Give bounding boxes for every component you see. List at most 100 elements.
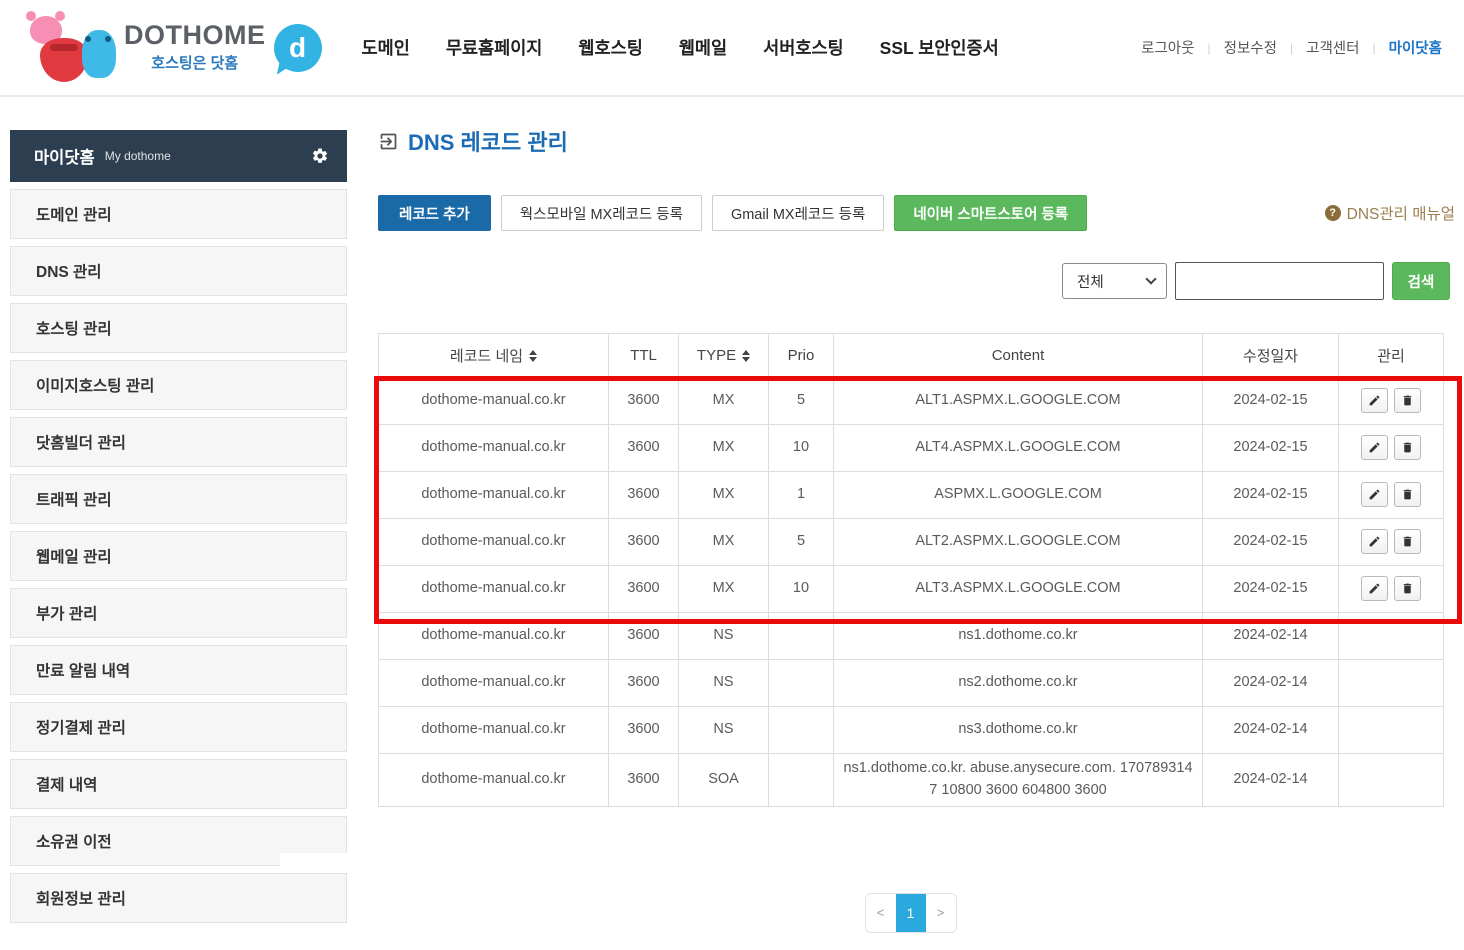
sidebar-item-8[interactable]: 만료 알림 내역 <box>10 645 347 695</box>
filter-select[interactable]: 전체 <box>1062 263 1167 299</box>
column-label-modified: 수정일자 <box>1243 345 1298 366</box>
cell-actions <box>1339 754 1444 807</box>
nav-ssl-certificate[interactable]: SSL 보안인증서 <box>880 35 999 60</box>
nav-server-hosting[interactable]: 서버호스팅 <box>763 35 844 60</box>
sidebar-item-9[interactable]: 정기결제 관리 <box>10 702 347 752</box>
sidebar-item-11[interactable]: 소유권 이전 <box>10 816 347 866</box>
cell-type: NS <box>679 707 769 754</box>
row-actions <box>1361 482 1421 507</box>
works-mobile-mx-button[interactable]: 웍스모바일 MX레코드 등록 <box>501 195 702 231</box>
cell-ttl: 3600 <box>609 566 679 613</box>
sidebar-item-12[interactable]: 회원정보 관리 <box>10 873 347 923</box>
column-label-ttl: TTL <box>630 347 657 364</box>
sidebar-item-0[interactable]: 도메인 관리 <box>10 189 347 239</box>
cell-modified: 2024-02-14 <box>1203 754 1339 807</box>
column-header-ttl: TTL <box>609 334 679 378</box>
speech-bubble-d-icon: d <box>274 24 322 72</box>
search-input[interactable] <box>1175 262 1384 300</box>
cell-prio: 10 <box>769 425 834 472</box>
nav-web-hosting[interactable]: 웹호스팅 <box>578 35 642 60</box>
search-row: 전체 검색 <box>378 262 1455 300</box>
sidebar-item-3[interactable]: 이미지호스팅 관리 <box>10 360 347 410</box>
mascot-characters-image <box>26 12 118 84</box>
main-content: DNS 레코드 관리 레코드 추가 웍스모바일 MX레코드 등록 Gmail M… <box>378 125 1455 933</box>
delete-record-button[interactable] <box>1394 529 1421 554</box>
edit-record-button[interactable] <box>1361 435 1388 460</box>
logo-title: DOTHOME <box>124 22 266 49</box>
user-link-edit-info[interactable]: 정보수정 <box>1224 37 1277 58</box>
sidebar-item-2[interactable]: 호스팅 관리 <box>10 303 347 353</box>
user-link-my-dothome[interactable]: 마이닷홈 <box>1389 37 1442 58</box>
sidebar-item-1[interactable]: DNS 관리 <box>10 246 347 296</box>
table-row: dothome-manual.co.kr3600NSns3.dothome.co… <box>379 707 1444 754</box>
sidebar-item-10[interactable]: 결제 내역 <box>10 759 347 809</box>
cell-content: ns3.dothome.co.kr <box>834 707 1203 754</box>
cell-name: dothome-manual.co.kr <box>379 519 609 566</box>
sidebar-item-7[interactable]: 부가 관리 <box>10 588 347 638</box>
cell-ttl: 3600 <box>609 425 679 472</box>
cell-name: dothome-manual.co.kr <box>379 660 609 707</box>
cell-ttl: 3600 <box>609 613 679 660</box>
cell-actions <box>1339 472 1444 519</box>
sidebar-item-6[interactable]: 웹메일 관리 <box>10 531 347 581</box>
cell-name: dothome-manual.co.kr <box>379 707 609 754</box>
sidebar: 마이닷홈 My dothome 도메인 관리DNS 관리호스팅 관리이미지호스팅… <box>10 130 347 923</box>
gmail-mx-button[interactable]: Gmail MX레코드 등록 <box>712 195 884 231</box>
main-nav: 도메인 무료홈페이지 웹호스팅 웹메일 서버호스팅 SSL 보안인증서 <box>362 35 999 60</box>
gear-icon[interactable] <box>311 147 329 165</box>
dns-manual-link[interactable]: ? DNS관리 매뉴얼 <box>1325 202 1455 224</box>
column-label-text: 레코드 네임 <box>450 345 523 366</box>
row-actions <box>1361 388 1421 413</box>
edit-record-button[interactable] <box>1361 576 1388 601</box>
user-link-customer-center[interactable]: 고객센터 <box>1306 37 1359 58</box>
toolbar: 레코드 추가 웍스모바일 MX레코드 등록 Gmail MX레코드 등록 네이버… <box>378 195 1455 231</box>
cell-prio: 1 <box>769 472 834 519</box>
cell-content: ASPMX.L.GOOGLE.COM <box>834 472 1203 519</box>
edit-record-button[interactable] <box>1361 388 1388 413</box>
cell-prio: 5 <box>769 519 834 566</box>
nav-free-homepage[interactable]: 무료홈페이지 <box>446 35 543 60</box>
user-link-logout[interactable]: 로그아웃 <box>1141 37 1194 58</box>
nav-domain[interactable]: 도메인 <box>362 35 410 60</box>
sort-icon <box>529 350 537 362</box>
separator: | <box>1290 41 1293 55</box>
delete-record-button[interactable] <box>1394 576 1421 601</box>
sidebar-item-5[interactable]: 트래픽 관리 <box>10 474 347 524</box>
table-row: dothome-manual.co.kr3600MX5ALT2.ASPMX.L.… <box>379 519 1444 566</box>
delete-record-button[interactable] <box>1394 388 1421 413</box>
edit-record-button[interactable] <box>1361 529 1388 554</box>
delete-record-button[interactable] <box>1394 482 1421 507</box>
search-button[interactable]: 검색 <box>1392 262 1450 300</box>
logo-subtitle: 호스팅은 닷홈 <box>124 52 266 73</box>
cell-actions <box>1339 519 1444 566</box>
delete-record-button[interactable] <box>1394 435 1421 460</box>
dragon-mascot-icon <box>82 30 116 78</box>
cell-actions <box>1339 660 1444 707</box>
cell-type: MX <box>679 566 769 613</box>
table-body: dothome-manual.co.kr3600MX5ALT1.ASPMX.L.… <box>379 378 1444 807</box>
column-header-type[interactable]: TYPE <box>679 334 769 378</box>
cell-actions <box>1339 613 1444 660</box>
pagination-page-1[interactable]: 1 <box>896 894 926 932</box>
dothome-logo[interactable]: DOTHOME 호스팅은 닷홈 d <box>26 12 322 84</box>
nav-webmail[interactable]: 웹메일 <box>679 35 727 60</box>
cell-actions <box>1339 378 1444 425</box>
column-header-name[interactable]: 레코드 네임 <box>379 334 609 378</box>
top-header: DOTHOME 호스팅은 닷홈 d 도메인 무료홈페이지 웹호스팅 웹메일 서버호스팅 S… <box>0 0 1464 97</box>
column-header-prio: Prio <box>769 334 834 378</box>
sidebar-item-4[interactable]: 닷홈빌더 관리 <box>10 417 347 467</box>
pagination-next-button[interactable]: > <box>926 894 956 932</box>
cell-content: ALT2.ASPMX.L.GOOGLE.COM <box>834 519 1203 566</box>
add-record-button[interactable]: 레코드 추가 <box>378 195 491 231</box>
cell-modified: 2024-02-15 <box>1203 566 1339 613</box>
pagination-prev-button[interactable]: < <box>866 894 896 932</box>
cell-actions <box>1339 425 1444 472</box>
cell-content: ns1.dothome.co.kr <box>834 613 1203 660</box>
cell-prio <box>769 707 834 754</box>
column-label-manage: 관리 <box>1377 345 1405 366</box>
column-label-name: 레코드 네임 <box>450 345 537 366</box>
cell-name: dothome-manual.co.kr <box>379 378 609 425</box>
cell-type: MX <box>679 519 769 566</box>
naver-smartstore-button[interactable]: 네이버 스마트스토어 등록 <box>894 195 1087 231</box>
edit-record-button[interactable] <box>1361 482 1388 507</box>
